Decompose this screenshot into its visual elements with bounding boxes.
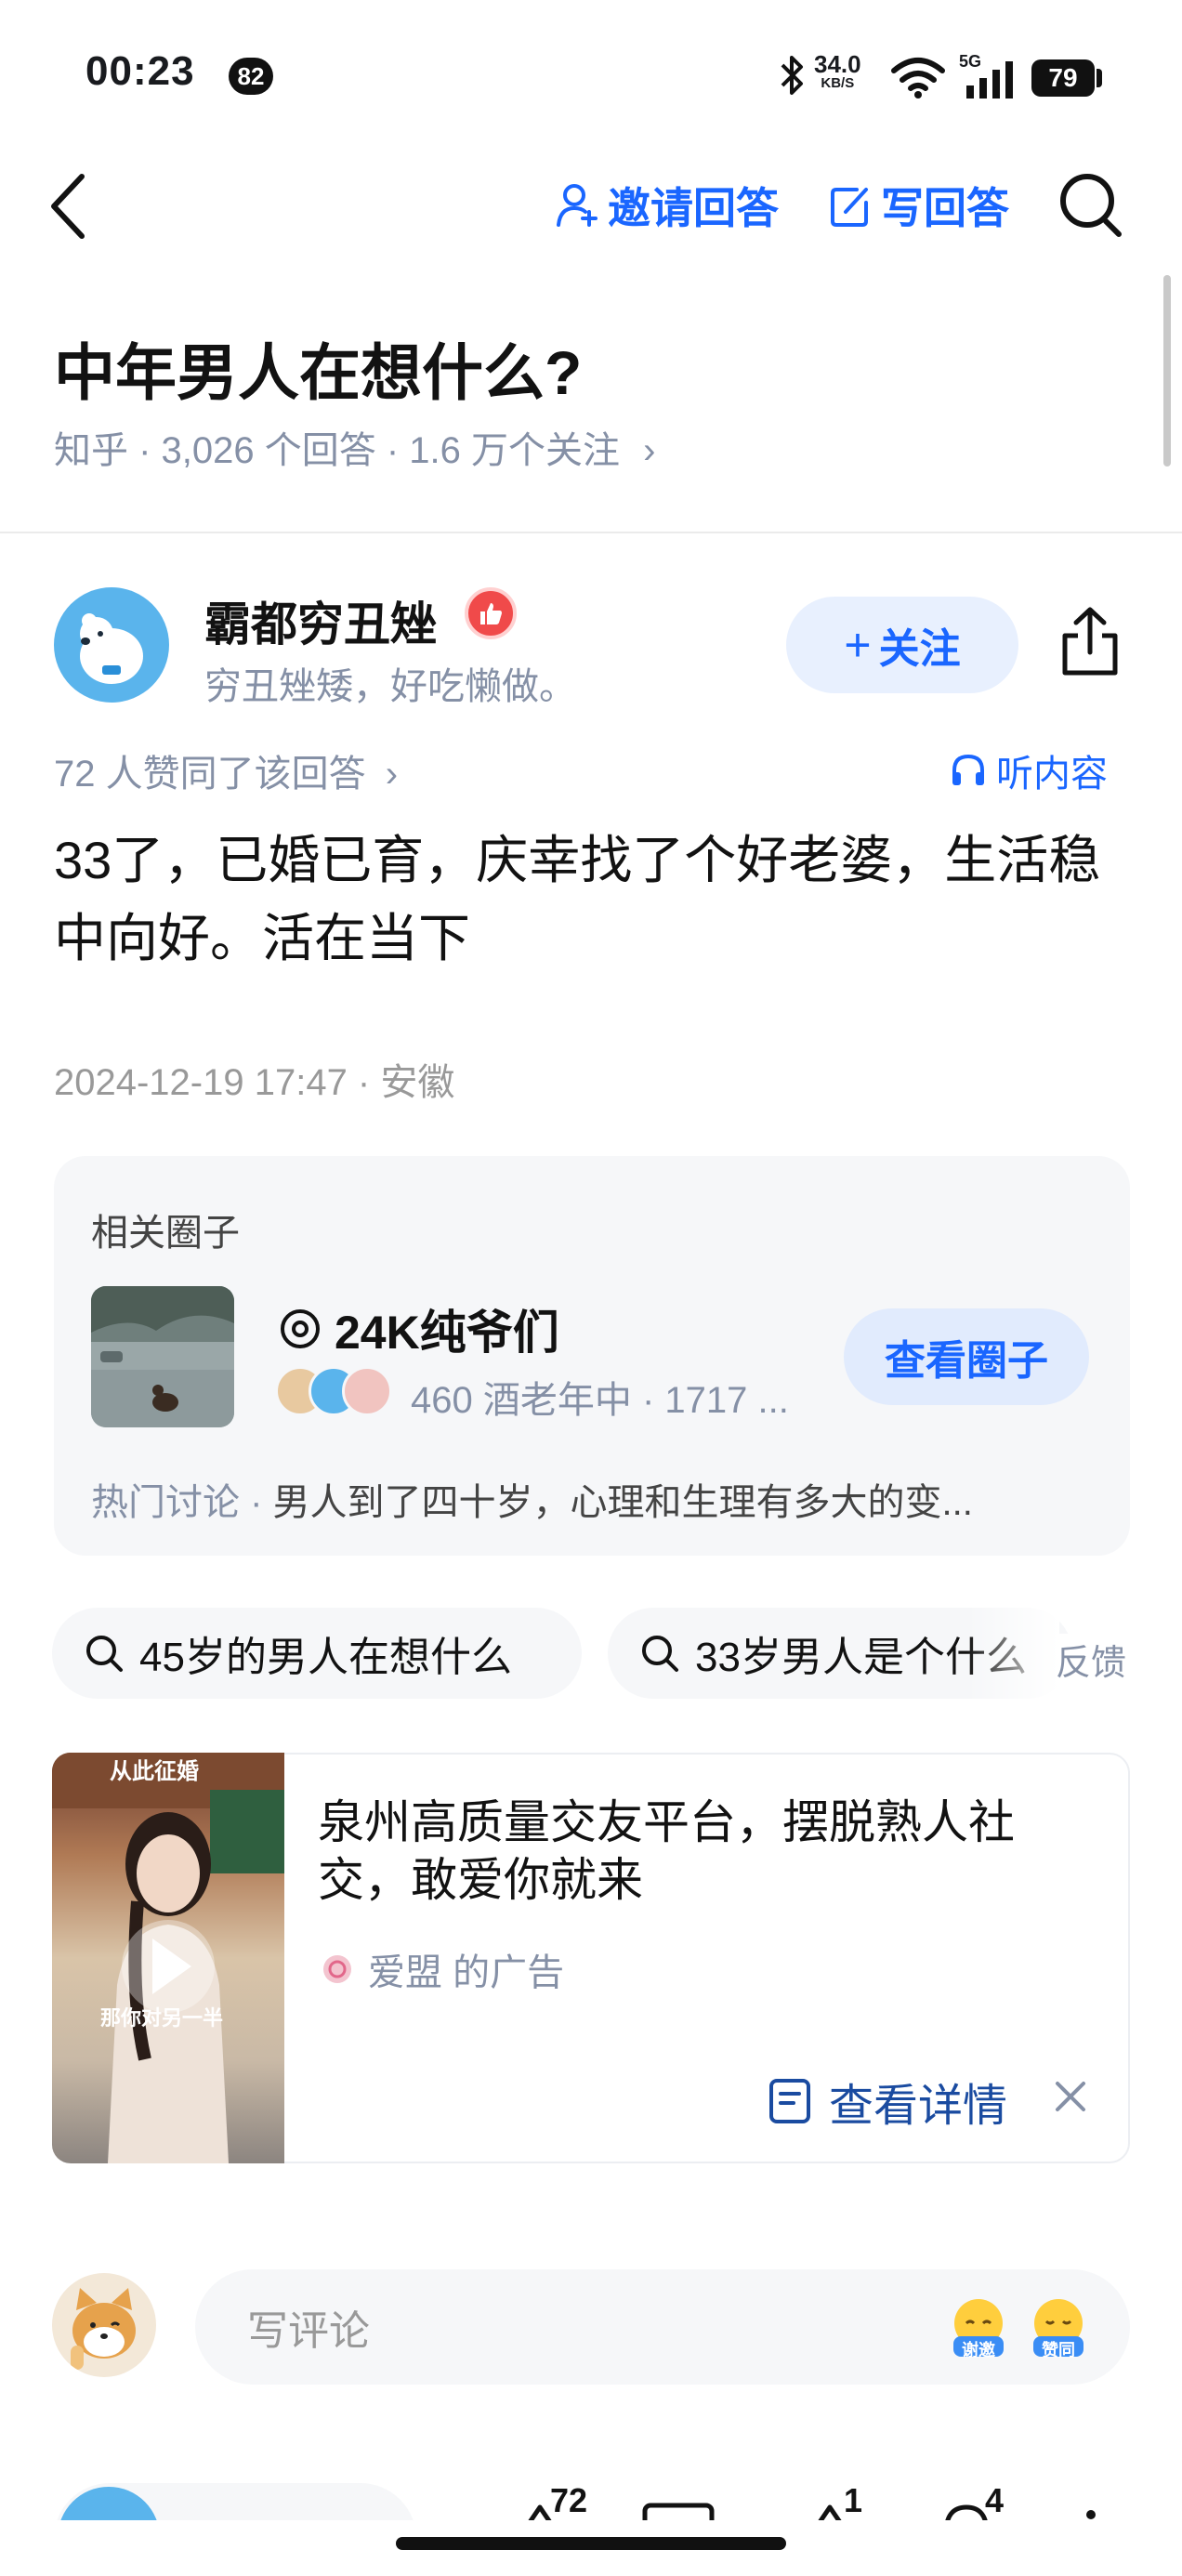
thanks-emoji-label: 谢邀 (962, 2341, 995, 2359)
wifi-icon (891, 58, 945, 99)
comment-count: 4 (985, 2483, 1005, 2519)
feedback-button[interactable]: 反馈 (1056, 1634, 1127, 1685)
search-icon[interactable] (1057, 169, 1124, 240)
listen-button[interactable]: 听内容 (950, 743, 1108, 797)
header-divider (0, 532, 1182, 533)
view-details-label: 查看详情 (829, 2082, 1008, 2131)
member-avatar (342, 1366, 392, 1416)
ad-source: 爱盟 的广告 (322, 1942, 564, 1996)
author-name[interactable]: 霸都穷丑矬 (204, 587, 437, 654)
circle-icon (281, 1309, 320, 1348)
rainy-street-dog-image (91, 1286, 234, 1427)
network-speed-unit: KB/S (821, 75, 855, 91)
write-answer-label: 写回答 (881, 184, 1009, 232)
question-title[interactable]: 中年男人在想什么? (54, 323, 582, 413)
write-answer-button[interactable]: 写回答 (829, 175, 1009, 236)
signal-icon (966, 61, 1013, 99)
author-bio: 穷丑矬矮，好吃懒做。 (204, 666, 576, 707)
brand-logo-icon (323, 1955, 351, 1983)
ad-title[interactable]: 泉州高质量交友平台，摆脱熟人社交，敢爱你就来 (318, 1794, 1080, 1909)
edit-icon (831, 188, 868, 227)
invite-answer-button[interactable]: 邀请回答 (556, 175, 779, 236)
battery-level: 79 (1031, 59, 1095, 97)
circle-stats: 460 酒老年中 · 1717 ... (411, 1380, 789, 1421)
related-search-chip[interactable]: 45岁的男人在想什么 (52, 1608, 582, 1699)
follow-button[interactable]: + 关注 (786, 597, 1018, 693)
comment-placeholder: 写评论 (247, 2308, 370, 2354)
question-meta[interactable]: 知乎 · 3,026 个回答 · 1.6 万个关注 › (54, 420, 655, 474)
vote-count: 72 (550, 2483, 588, 2519)
agree-emoji-label: 赞同 (1042, 2341, 1075, 2359)
circle-hot-discussion[interactable]: 热门讨论 · 男人到了四十岁，心理和生理有多大的变... (91, 1472, 1095, 1526)
answer-text[interactable]: 33了，已婚已育，庆幸找了个好老婆，生活稳中向好。活在当下 (54, 821, 1132, 978)
view-details-button[interactable]: 查看详情 (768, 2069, 1007, 2134)
author-avatar[interactable] (54, 587, 169, 703)
my-avatar[interactable] (52, 2273, 156, 2377)
battery-cap (1097, 69, 1102, 87)
ad-video-thumbnail[interactable] (52, 1753, 284, 2163)
polar-bear-avatar-icon (80, 613, 143, 684)
like-count: 1 (844, 2483, 863, 2519)
woman-video-frame-image (52, 1753, 284, 2163)
listen-label: 听内容 (996, 754, 1108, 795)
chevron-right-icon: › (643, 430, 656, 471)
hot-discussion-topic: 男人到了四十岁，心理和生理有多大的变... (272, 1482, 973, 1523)
shiba-dog-avatar-icon (71, 2288, 136, 2370)
ad-source-text: 爱盟 的广告 (368, 1952, 565, 1993)
back-arrow-icon[interactable] (48, 173, 89, 240)
answer-date: 2024-12-19 17:47 · 安徽 (54, 1062, 455, 1103)
share-icon[interactable] (1057, 604, 1123, 678)
bluetooth-icon (781, 56, 803, 95)
plus-icon: + (844, 619, 872, 671)
vote-meta-text: 72 人赞同了该回答 (54, 754, 366, 795)
more-icon[interactable] (1084, 2505, 1098, 2520)
network-speed-value: 34.0 (814, 50, 861, 78)
circle-section-label: 相关圈子 (91, 1213, 240, 1254)
favorite-icon[interactable] (641, 2500, 716, 2520)
follow-label: 关注 (878, 626, 961, 672)
hot-discussion-prefix: 热门讨论 · (91, 1482, 273, 1523)
circle-thumbnail[interactable] (91, 1286, 234, 1427)
status-time: 00:23 (85, 48, 195, 94)
circle-name[interactable]: 24K纯爷们 (279, 1295, 559, 1362)
headphones-icon (952, 754, 984, 785)
chip-fade-overlay (966, 1608, 1059, 1699)
search-icon (642, 1636, 678, 1672)
view-circle-button[interactable]: 查看圈子 (844, 1308, 1089, 1405)
bottom-action-bar: 72 1 4 (0, 2483, 1182, 2520)
close-icon[interactable] (1054, 2080, 1087, 2113)
chevron-right-icon: › (385, 754, 399, 795)
home-indicator[interactable] (396, 2537, 786, 2550)
network-speed: 34.0 KB/S (814, 52, 861, 91)
vote-meta[interactable]: 72 人赞同了该回答 › (54, 743, 398, 797)
scrollbar[interactable] (1163, 275, 1171, 467)
circle-name-text: 24K纯爷们 (335, 1307, 559, 1359)
notification-count-badge: 82 (229, 58, 273, 95)
ad-video-caption-top: 从此征婚 (110, 1759, 199, 1784)
invite-user-icon (557, 184, 598, 227)
document-icon (769, 2079, 810, 2123)
thumbs-up-badge-icon (465, 587, 517, 639)
invite-answer-label: 邀请回答 (608, 184, 779, 232)
related-search-label: 45岁的男人在想什么 (139, 1635, 512, 1680)
search-icon (86, 1636, 123, 1672)
ad-video-caption-bottom: 那你对另一半 (100, 2006, 224, 2030)
question-meta-text: 知乎 · 3,026 个回答 · 1.6 万个关注 (54, 430, 621, 471)
